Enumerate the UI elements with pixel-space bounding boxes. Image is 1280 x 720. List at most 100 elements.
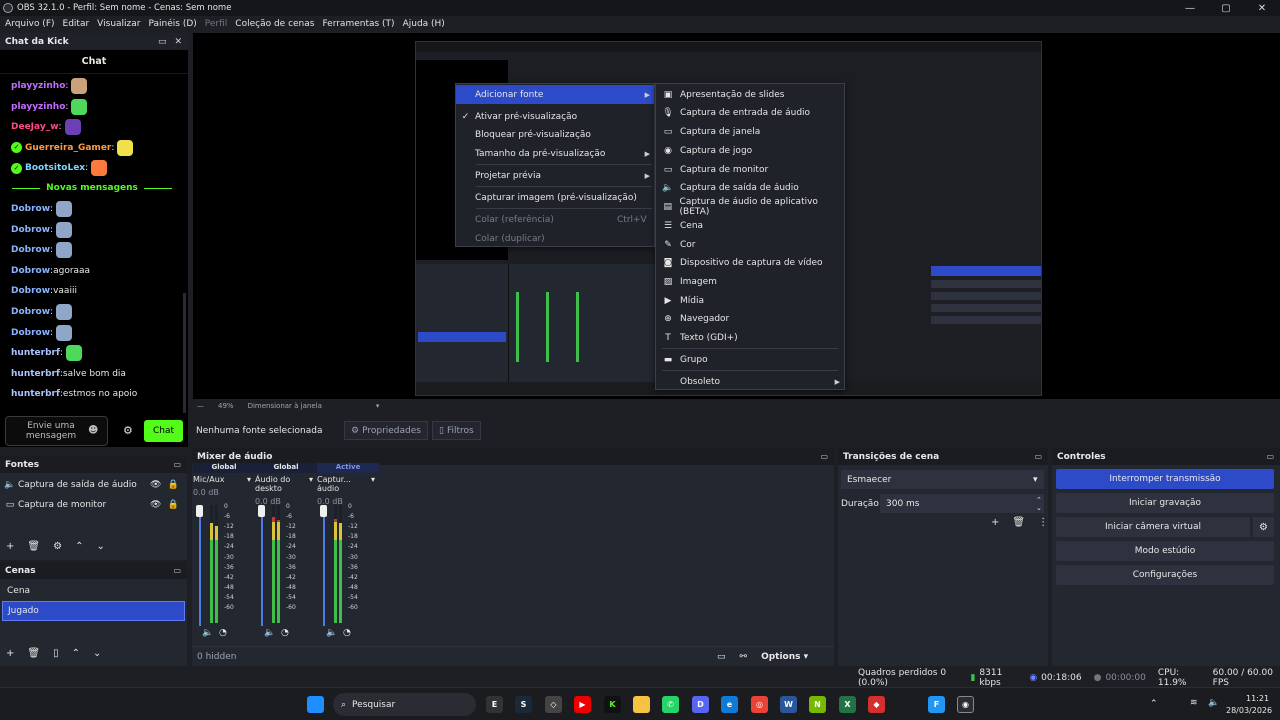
- submenu-item[interactable]: ✎ Cor: [656, 235, 844, 254]
- chat-username[interactable]: hunterbrf: [11, 348, 60, 358]
- file-explorer-icon[interactable]: [633, 696, 650, 713]
- chat-username[interactable]: hunterbrf: [11, 369, 60, 379]
- submenu-item[interactable]: ◉ Captura de jogo: [656, 141, 844, 160]
- chat-username[interactable]: hunterbrf: [11, 389, 60, 399]
- taskbar-search[interactable]: ⌕ Pesquisar: [333, 693, 476, 716]
- chat-settings-icon[interactable]: ⚙: [123, 424, 133, 437]
- chat-message-input[interactable]: Envie uma mensagem ☻: [5, 416, 108, 446]
- lock-icon[interactable]: 🔒: [167, 500, 178, 510]
- menu-edit[interactable]: Editar: [63, 19, 90, 29]
- maximize-button[interactable]: ▢: [1208, 0, 1244, 16]
- submenu-item[interactable]: ▬ Grupo: [656, 350, 844, 369]
- kick-icon[interactable]: K: [604, 696, 621, 713]
- submenu-item[interactable]: ⊕ Navegador: [656, 309, 844, 328]
- popout-icon[interactable]: ▭: [820, 452, 828, 461]
- submenu-item[interactable]: 🔈 Captura de saída de áudio: [656, 178, 844, 197]
- volume-slider[interactable]: [199, 511, 201, 626]
- close-button[interactable]: ✕: [1244, 0, 1280, 16]
- menu-item-preview-size[interactable]: Tamanho da pré-visualização ▶: [456, 144, 654, 163]
- channel-name-dropdown[interactable]: Mic/Aux ▾: [193, 475, 255, 484]
- youtube-icon[interactable]: ▶: [574, 696, 591, 713]
- submenu-item[interactable]: T Texto (GDI+): [656, 328, 844, 347]
- add-transition-button[interactable]: +: [991, 517, 999, 528]
- volume-slider[interactable]: [323, 511, 325, 626]
- monitor-audio-icon[interactable]: ◔: [281, 628, 289, 638]
- menu-docks[interactable]: Painéis (D): [148, 19, 196, 29]
- volume-slider-handle[interactable]: [320, 505, 327, 517]
- properties-button[interactable]: ⚙ Propriedades: [344, 421, 428, 440]
- transition-select[interactable]: Esmaecer ▾: [841, 470, 1044, 489]
- trash-icon[interactable]: 🗑: [27, 541, 40, 552]
- menu-item-screenshot-preview[interactable]: Capturar imagem (pré-visualização): [456, 188, 654, 207]
- scale-mode-dropdown[interactable]: Dimensionar à janela: [248, 402, 322, 410]
- link-icon[interactable]: ⚯: [740, 652, 748, 662]
- chat-username[interactable]: Guerreira_Gamer: [25, 143, 111, 153]
- channel-name-dropdown[interactable]: Áudio do deskto ▾: [255, 475, 317, 493]
- volume-slider-handle[interactable]: [258, 505, 265, 517]
- steam-icon[interactable]: S: [515, 696, 532, 713]
- edge-icon[interactable]: e: [721, 696, 738, 713]
- tray-chevron-icon[interactable]: ⌃: [1150, 699, 1158, 709]
- chevron-down-icon[interactable]: ▾: [376, 402, 380, 410]
- add-source-button[interactable]: +: [6, 541, 14, 552]
- chat-username[interactable]: DeeJay_w: [11, 122, 59, 132]
- move-up-icon[interactable]: ⌃: [75, 541, 83, 552]
- eye-icon[interactable]: 👁: [150, 480, 161, 490]
- monitor-audio-icon[interactable]: ◔: [343, 628, 351, 638]
- submenu-item[interactable]: ☰ Cena: [656, 216, 844, 235]
- excel-icon[interactable]: X: [839, 696, 856, 713]
- layout-icon[interactable]: ▭: [717, 652, 726, 662]
- epic-games-icon[interactable]: E: [486, 696, 503, 713]
- eye-icon[interactable]: 👁: [150, 500, 161, 510]
- menu-item-paste-duplicate[interactable]: Colar (duplicar): [456, 229, 654, 248]
- volume-slider[interactable]: [261, 511, 263, 626]
- menu-item-add-source[interactable]: Adicionar fonte ▶: [456, 85, 654, 104]
- duration-spinbox[interactable]: 300 ms ⌃ ⌄: [880, 494, 1044, 513]
- minimize-button[interactable]: —: [1172, 0, 1208, 16]
- clock-time[interactable]: 11:21: [1246, 694, 1269, 703]
- settings-button[interactable]: Configurações: [1056, 565, 1274, 585]
- spinner-icon[interactable]: ⌃ ⌄: [1036, 496, 1042, 512]
- zoom-out-button[interactable]: —: [197, 402, 204, 410]
- menu-tools[interactable]: Ferramentas (T): [322, 19, 394, 29]
- chat-send-button[interactable]: Chat: [144, 420, 183, 442]
- popout-icon[interactable]: ▭: [1034, 452, 1042, 461]
- trash-icon[interactable]: 🗑: [1012, 517, 1025, 528]
- submenu-item[interactable]: ▶ Mídia: [656, 291, 844, 310]
- move-down-icon[interactable]: ⌄: [93, 648, 101, 659]
- lock-icon[interactable]: 🔒: [167, 480, 178, 490]
- chat-username[interactable]: BootsitoLex: [25, 163, 85, 173]
- chat-username[interactable]: Dobrow: [11, 307, 50, 317]
- submenu-item[interactable]: ▭ Captura de janela: [656, 122, 844, 141]
- emoji-icon[interactable]: ☻: [88, 426, 98, 436]
- popout-icon[interactable]: ▭: [173, 460, 181, 469]
- start-virtual-camera-button[interactable]: Iniciar câmera virtual: [1056, 517, 1250, 537]
- close-icon[interactable]: ✕: [174, 37, 182, 47]
- move-up-icon[interactable]: ⌃: [72, 648, 80, 659]
- nvidia-icon[interactable]: N: [809, 696, 826, 713]
- windows-start-icon[interactable]: [307, 696, 324, 713]
- menu-item-lock-preview[interactable]: Bloquear pré-visualização: [456, 125, 654, 144]
- move-down-icon[interactable]: ⌄: [96, 541, 104, 552]
- chat-username[interactable]: Dobrow: [11, 266, 50, 276]
- scene-item[interactable]: Cena: [2, 581, 185, 601]
- app-cube-icon[interactable]: ◇: [545, 696, 562, 713]
- mute-icon[interactable]: 🔈: [326, 628, 337, 638]
- chat-username[interactable]: Dobrow: [11, 328, 50, 338]
- discord-icon[interactable]: D: [692, 696, 709, 713]
- trash-icon[interactable]: 🗑: [27, 648, 40, 659]
- add-scene-button[interactable]: +: [6, 648, 14, 659]
- clock-date[interactable]: 28/03/2026: [1226, 706, 1272, 715]
- more-icon[interactable]: ⋮: [1038, 517, 1048, 528]
- mute-icon[interactable]: 🔈: [264, 628, 275, 638]
- filters-button[interactable]: ▯ Filtros: [431, 421, 481, 440]
- options-button[interactable]: Options ▾: [761, 652, 808, 662]
- chat-username[interactable]: playyzinho: [11, 102, 65, 112]
- submenu-item[interactable]: ◙ Dispositivo de captura de vídeo: [656, 253, 844, 272]
- menu-file[interactable]: Arquivo (F): [5, 19, 55, 29]
- source-item[interactable]: ▭ Captura de monitor 👁 🔒: [2, 495, 185, 515]
- monitor-audio-icon[interactable]: ◔: [219, 628, 227, 638]
- wifi-icon[interactable]: ≋: [1190, 698, 1198, 708]
- obs-taskbar-icon[interactable]: ◉: [957, 696, 974, 713]
- submenu-item[interactable]: Obsoleto ▶: [656, 372, 844, 391]
